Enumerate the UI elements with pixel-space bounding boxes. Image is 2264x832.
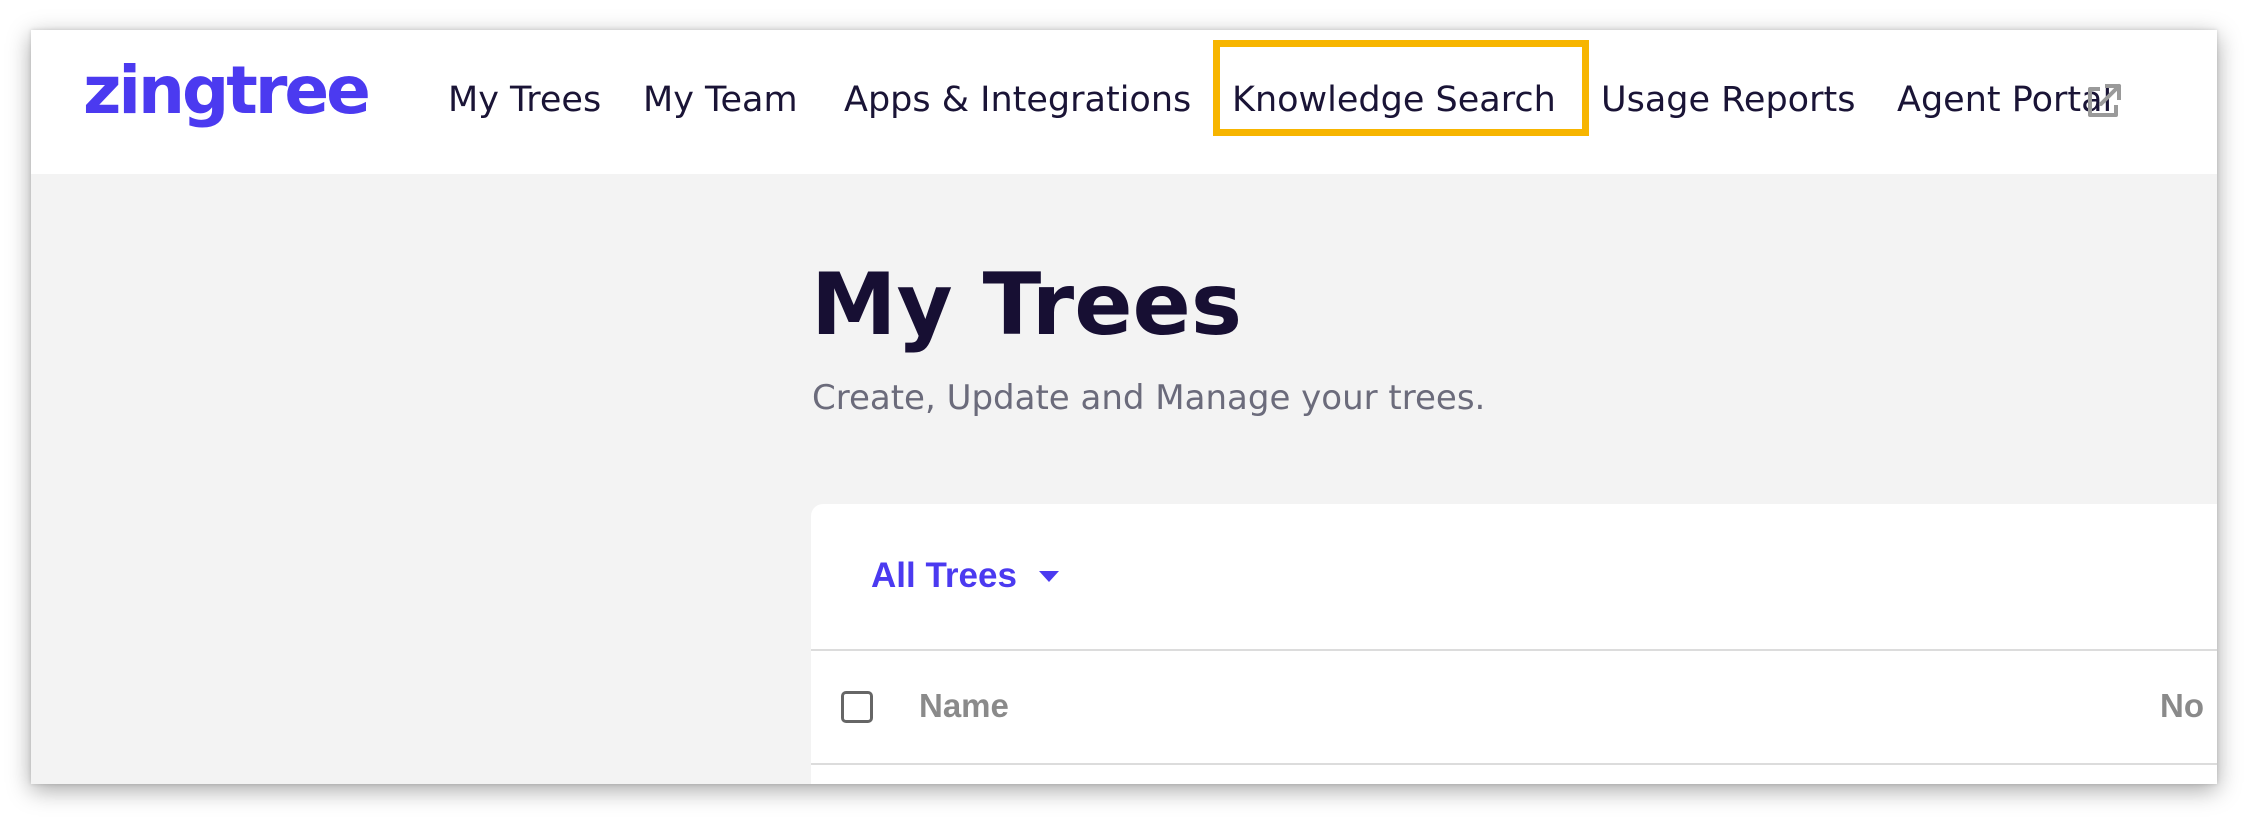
nav-item-my-trees[interactable]: My Trees: [448, 76, 601, 125]
page-subtitle: Create, Update and Manage your trees.: [812, 378, 1486, 418]
app-window: zingtree My Trees My Team Apps & Integra…: [31, 30, 2217, 784]
trees-panel: All Trees Name No: [811, 504, 2217, 784]
column-header-name[interactable]: Name: [919, 687, 1009, 725]
nav-item-knowledge-search[interactable]: Knowledge Search: [1232, 76, 1556, 125]
page-title: My Trees: [811, 255, 1243, 355]
select-all-checkbox[interactable]: [841, 691, 873, 723]
all-trees-dropdown[interactable]: All Trees: [871, 556, 1059, 596]
table-header-row: Name No: [811, 651, 2217, 763]
nav-item-apps-integrations[interactable]: Apps & Integrations: [844, 76, 1191, 125]
all-trees-label: All Trees: [871, 556, 1017, 595]
top-navigation-bar: zingtree My Trees My Team Apps & Integra…: [31, 30, 2217, 174]
external-link-icon[interactable]: [2083, 82, 2123, 122]
nav-item-my-team[interactable]: My Team: [643, 76, 798, 125]
nav-item-agent-portal[interactable]: Agent Portal: [1897, 76, 2112, 125]
table-header-divider: [811, 763, 2217, 765]
caret-down-icon: [1038, 570, 1059, 582]
zingtree-logo[interactable]: zingtree: [83, 58, 371, 124]
nav-item-usage-reports[interactable]: Usage Reports: [1601, 76, 1855, 125]
column-header-no[interactable]: No: [2160, 687, 2204, 725]
